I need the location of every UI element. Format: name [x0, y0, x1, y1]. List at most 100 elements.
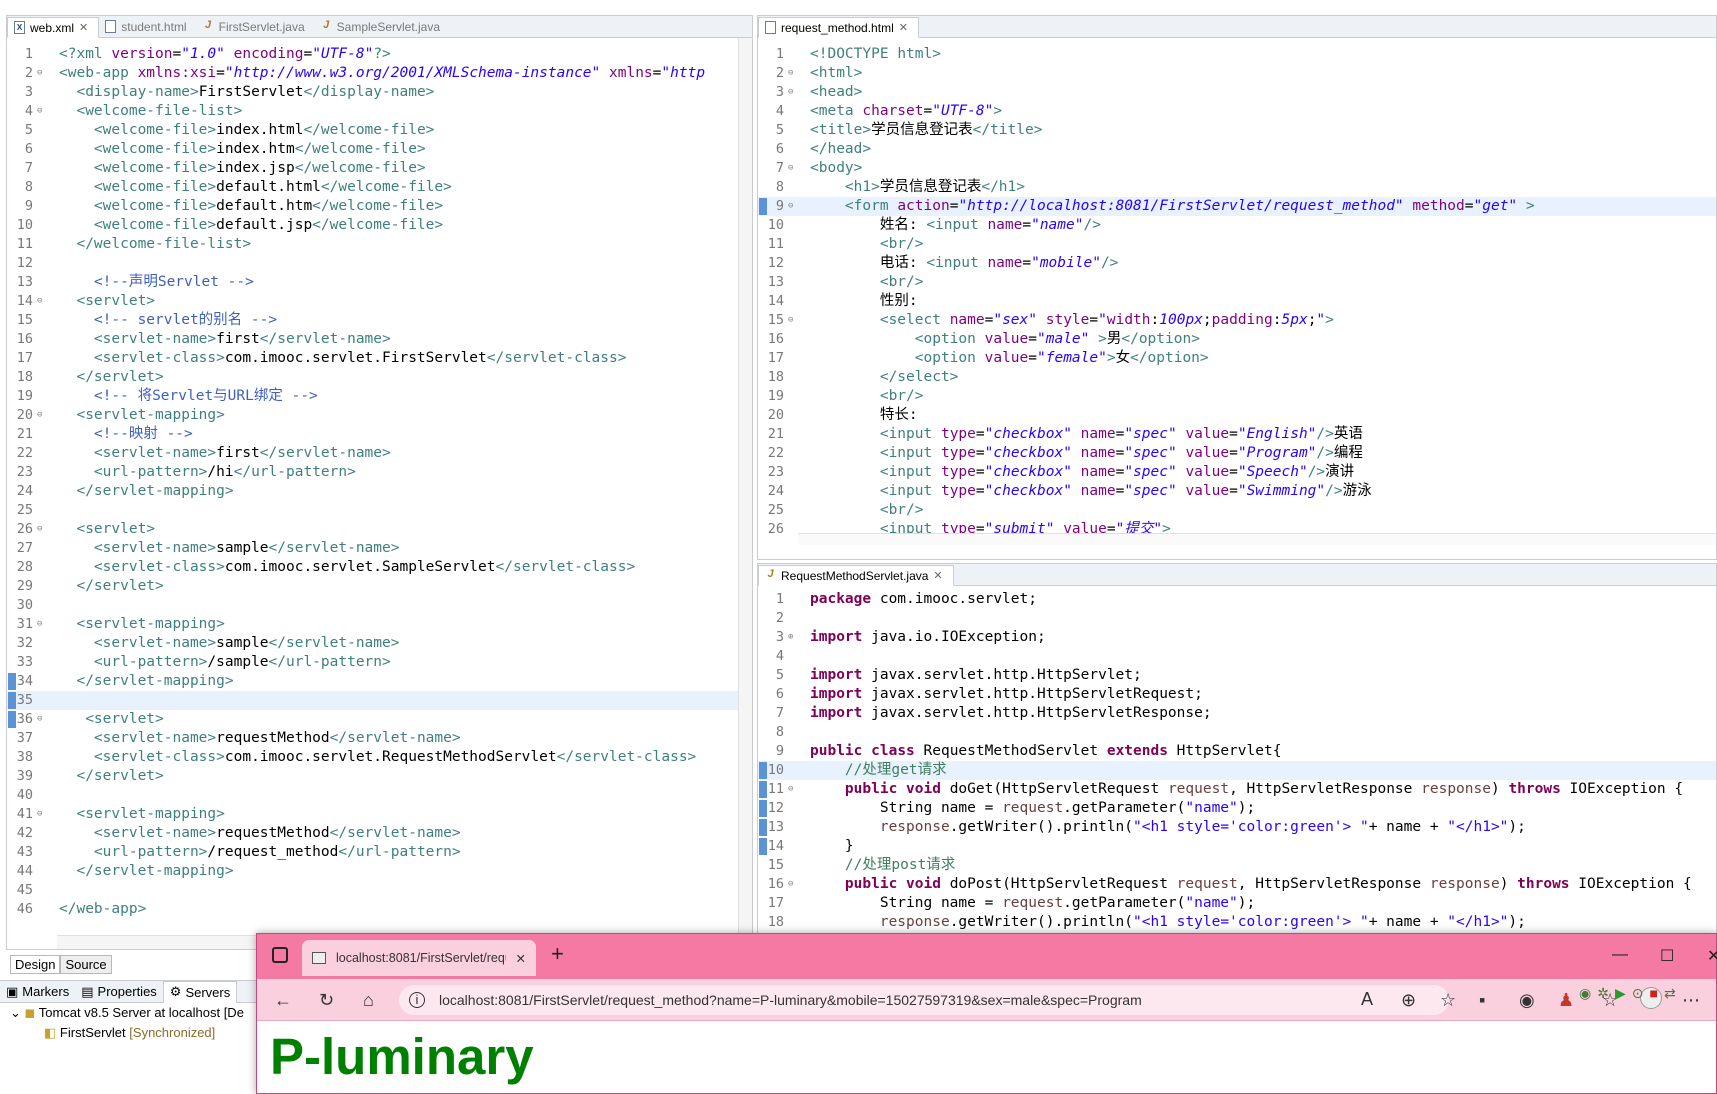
horizontal-scrollbar[interactable] [798, 533, 1716, 545]
browser-window: localhost:8081/FirstServlet/reque ✕ + — … [256, 933, 1717, 1094]
more-icon[interactable]: ⋯ [1682, 990, 1700, 1011]
tab-web-xml[interactable]: Xweb.xml ✕ [7, 17, 100, 38]
web-xml-editor: Xweb.xml ✕ student.html J FirstServlet.jav… [6, 15, 753, 950]
tab-sampleservlet-java[interactable]: J SampleServlet.java [315, 16, 450, 37]
code-line: 12 [16, 255, 33, 271]
code-line: 38 <servlet-class>com.imooc.servlet.Requ… [16, 749, 697, 765]
java-editor: J RequestMethodServlet.java ✕ 1 package com… [757, 563, 1717, 935]
info-icon[interactable]: i [409, 992, 425, 1008]
expand-icon[interactable]: ⌄ [10, 1005, 21, 1020]
address-bar[interactable]: i localhost:8081/FirstServlet/request_me… [399, 985, 1449, 1015]
code-line-current: 35 [7, 691, 752, 710]
code-line: 28 <servlet-class>com.imooc.servlet.Samp… [16, 559, 636, 575]
servers-icon: ⚙ [169, 984, 182, 999]
code-line: 6 <welcome-file>index.htm</welcome-file> [24, 141, 426, 157]
code-line: 29 </servlet> [16, 578, 164, 594]
editor-tabstrip: Xweb.xml ✕ student.html J FirstServlet.jav… [7, 16, 752, 38]
code-line: 22 <servlet-name>first</servlet-name> [16, 445, 391, 461]
code-line: 4 ⊖ <welcome-file-list> [24, 103, 243, 119]
tab-markers[interactable]: ▣ Markers [0, 981, 75, 1003]
java-code-area[interactable]: 1 package com.imooc.servlet; 2 3 ⊕ import j… [758, 590, 1716, 932]
close-icon[interactable]: ✕ [79, 21, 88, 34]
tab-properties[interactable]: ▤ Properties [75, 981, 163, 1003]
browser-titlebar: localhost:8081/FirstServlet/reque ✕ + — … [257, 934, 1717, 979]
code-line: 21 <!--映射 --> [16, 426, 193, 442]
publish-icon[interactable]: ⇄ [1664, 985, 1682, 1001]
tab-request-method-html[interactable]: request_method.html ✕ [758, 17, 919, 38]
minimize-icon[interactable]: — [1612, 946, 1628, 964]
project-node[interactable]: ◧ FirstServlet [Synchronized] [0, 1023, 258, 1043]
code-line: 26 ⊖ <servlet> [16, 521, 156, 537]
tab-source[interactable]: Source [60, 955, 112, 974]
code-line: 9 <welcome-file>default.htm</welcome-fil… [24, 198, 444, 214]
java-file-icon: J [323, 19, 330, 31]
code-line: 20 ⊖ <servlet-mapping> [16, 407, 225, 423]
code-line: 32 <servlet-name>sample</servlet-name> [16, 635, 400, 651]
tab-requestmethodservlet-java[interactable]: J RequestMethodServlet.java ✕ [758, 565, 954, 586]
extension-icon[interactable]: ▪ [1479, 990, 1485, 1011]
html-code-area[interactable]: 1 <!DOCTYPE html> 2 ⊖ <html> 3 ⊖ <head> 4 <met… [758, 45, 1716, 539]
tab-firstservlet-java[interactable]: J FirstServlet.java [197, 16, 315, 37]
properties-icon: ▤ [81, 983, 94, 999]
code-line: 23 <url-pattern>/hi</url-pattern> [16, 464, 356, 480]
tab-actions-icon[interactable] [272, 947, 288, 963]
code-line: 7 <welcome-file>index.jsp</welcome-file> [24, 160, 426, 176]
xml-code-area[interactable]: 1 <?xml version="1.0" encoding="UTF-8"?> … [7, 45, 752, 919]
tab-design[interactable]: Design [10, 955, 61, 974]
code-line: 44 </servlet-mapping> [16, 863, 234, 879]
server-toolbar: ◉✲▶⊙■⇄ [1579, 985, 1682, 1005]
html-file-icon [105, 20, 117, 33]
vertical-scrollbar[interactable] [738, 38, 752, 935]
editor-tabstrip: request_method.html ✕ [758, 16, 1716, 38]
favorite-icon[interactable]: ☆ [1440, 990, 1456, 1011]
code-line: 16 <servlet-name>first</servlet-name> [16, 331, 391, 347]
project-icon: ◧ [44, 1025, 57, 1040]
code-line: 14 ⊖ <servlet> [16, 293, 156, 309]
tab-student-html[interactable]: student.html [99, 16, 196, 37]
browser-toolbar: ← ↻ ⌂ i localhost:8081/FirstServlet/requ… [257, 979, 1716, 1021]
new-tab-icon[interactable]: + [551, 941, 564, 967]
code-line: 31 ⊖ <servlet-mapping> [16, 616, 225, 632]
zoom-icon[interactable]: ⊕ [1401, 990, 1416, 1011]
page-heading: P-luminary [270, 1028, 534, 1085]
close-window-icon[interactable]: ✕ [1707, 946, 1717, 966]
code-line: 17 <servlet-class>com.imooc.servlet.Firs… [16, 350, 627, 366]
code-line: 25 [16, 502, 33, 518]
servers-panel: ▣ Markers ▤ Properties ⚙ Servers ⌄ ◼ Tomcat… [0, 980, 258, 1094]
close-icon[interactable]: ✕ [899, 21, 908, 34]
run-icon[interactable]: ▶ [1615, 985, 1632, 1001]
code-line: 42 <servlet-name>requestMethod</servlet-… [16, 825, 461, 841]
stop-icon[interactable]: ■ [1649, 985, 1663, 1001]
design-source-tabs: Design Source [10, 955, 112, 974]
browser-tab[interactable]: localhost:8081/FirstServlet/reque ✕ [302, 940, 536, 976]
code-line: 36 ⊖ <servlet> [7, 710, 752, 729]
extension-globe-icon[interactable]: ◉ [1519, 990, 1535, 1011]
page-favicon [312, 952, 326, 964]
home-icon[interactable]: ⌂ [363, 990, 374, 1011]
close-icon[interactable]: ✕ [933, 569, 942, 582]
code-line: 11 </welcome-file-list> [16, 236, 252, 252]
close-tab-icon[interactable]: ✕ [516, 951, 526, 966]
tab-servers[interactable]: ⚙ Servers [162, 980, 238, 1003]
code-line: 27 <servlet-name>sample</servlet-name> [16, 540, 400, 556]
code-line: 37 <servlet-name>requestMethod</servlet-… [16, 730, 461, 746]
start-server-icon[interactable]: ◉ [1579, 985, 1597, 1001]
profile-icon[interactable]: ⊙ [1632, 985, 1650, 1001]
code-line: 24 </servlet-mapping> [16, 483, 234, 499]
maximize-icon[interactable]: ☐ [1660, 946, 1674, 966]
server-node[interactable]: ⌄ ◼ Tomcat v8.5 Server at localhost [De [0, 1003, 258, 1023]
read-aloud-icon[interactable]: A [1361, 989, 1373, 1010]
code-line: 10 <welcome-file>default.jsp</welcome-fi… [16, 217, 444, 233]
code-line: 8 <welcome-file>default.html</welcome-fi… [24, 179, 452, 195]
code-line: 2 ⊖ <web-app xmlns:xsi="http://www.w3.org/… [24, 65, 706, 81]
extension-icon[interactable]: ♟ [1558, 990, 1574, 1011]
code-line: 5 <welcome-file>index.html</welcome-file… [24, 122, 435, 138]
code-line: 30 [16, 597, 33, 613]
back-icon[interactable]: ← [274, 990, 292, 1011]
tomcat-icon: ◼ [24, 1005, 36, 1020]
code-line: 15 <!-- servlet的别名 --> [16, 312, 278, 328]
editor-tabstrip: J RequestMethodServlet.java ✕ [758, 564, 1716, 586]
refresh-icon[interactable]: ↻ [319, 990, 334, 1011]
code-line: 34 </servlet-mapping> [7, 672, 752, 691]
debug-icon[interactable]: ✲ [1597, 985, 1615, 1001]
